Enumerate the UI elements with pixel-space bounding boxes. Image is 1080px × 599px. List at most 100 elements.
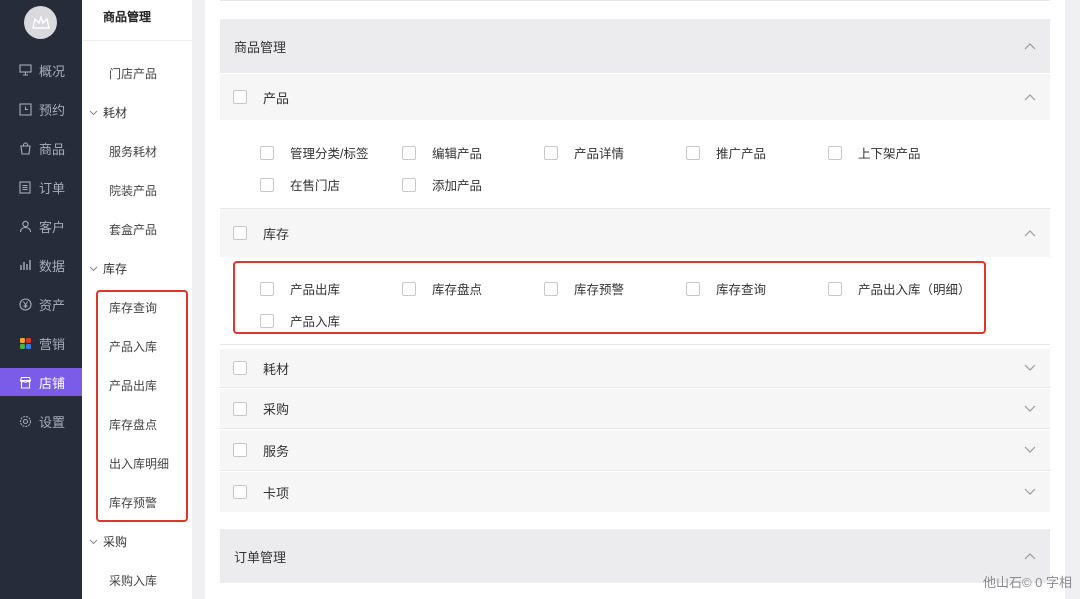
checkbox[interactable]	[828, 145, 842, 160]
subnav-inout-detail[interactable]: 出入库明细	[109, 455, 169, 472]
nav-label: 数据	[39, 258, 66, 274]
divider	[220, 387, 1050, 388]
nav-label: 设置	[39, 414, 66, 430]
perm-inout-detail[interactable]: 产品出入库（明细）	[828, 279, 971, 298]
chevron-down-icon	[89, 266, 101, 272]
subnav-purchase-inbound[interactable]: 采购入库	[109, 572, 157, 589]
checkbox[interactable]	[260, 177, 274, 192]
checkbox[interactable]	[686, 145, 700, 160]
nav-item-customers[interactable]: 客户	[0, 214, 82, 238]
perm-edit-product[interactable]: 编辑产品	[402, 143, 482, 162]
order-panel-header[interactable]: 订单管理	[220, 529, 1050, 583]
nav-item-assets[interactable]: 资产	[0, 292, 82, 316]
nav-item-overview[interactable]: 概况	[0, 58, 82, 82]
subnav-group-inventory[interactable]: 库存	[89, 260, 127, 277]
perm-inventory-query[interactable]: 库存查询	[686, 279, 766, 298]
checkbox[interactable]	[686, 281, 700, 296]
perm-manage-category[interactable]: 管理分类/标签	[260, 143, 368, 162]
checkbox[interactable]	[233, 226, 247, 240]
bar-chart-icon	[18, 258, 32, 272]
divider	[220, 344, 1050, 345]
top-divider	[220, 0, 1050, 1]
subnav-group-consumables[interactable]: 耗材	[89, 104, 127, 121]
perm-label: 管理分类/标签	[290, 147, 369, 161]
nav-item-goods[interactable]: 商品	[0, 136, 82, 160]
perm-selling-stores[interactable]: 在售门店	[260, 175, 340, 194]
checkbox[interactable]	[233, 361, 247, 375]
nav-item-store[interactable]: 店铺	[0, 368, 82, 396]
checkbox[interactable]	[544, 281, 558, 296]
perm-label: 产品详情	[574, 147, 625, 161]
subnav-product-outbound[interactable]: 产品出库	[109, 377, 157, 394]
section-label: 库存	[263, 226, 290, 242]
nav-label: 订单	[39, 180, 66, 196]
bag-icon	[18, 141, 32, 155]
watermark: 他山石© 0 字相	[982, 575, 1072, 590]
checkbox[interactable]	[233, 401, 247, 416]
checkbox[interactable]	[402, 145, 416, 160]
perm-shelf-product[interactable]: 上下架产品	[828, 143, 921, 162]
section-label: 采购	[263, 402, 290, 417]
perm-label: 上下架产品	[858, 147, 921, 161]
divider	[82, 40, 192, 41]
section-inventory[interactable]: 库存	[220, 209, 1050, 257]
nav-label: 商品	[39, 141, 66, 157]
subnav-inventory-alert[interactable]: 库存预警	[109, 494, 157, 511]
nav-item-settings[interactable]: 设置	[0, 409, 82, 433]
perm-product-inbound[interactable]: 产品入库	[260, 311, 340, 330]
checkbox[interactable]	[260, 281, 274, 296]
subnav-group-label: 采购	[103, 535, 128, 549]
yen-icon	[18, 297, 32, 311]
perm-label: 编辑产品	[432, 147, 483, 161]
subnav-boxed-products[interactable]: 套盒产品	[109, 221, 157, 238]
perm-promote-product[interactable]: 推广产品	[686, 143, 766, 162]
nav-label: 营销	[39, 336, 66, 352]
perm-inventory-alert[interactable]: 库存预警	[544, 279, 624, 298]
subnav-store-products[interactable]: 门店产品	[109, 65, 157, 82]
checkbox[interactable]	[402, 281, 416, 296]
nav-item-appointment[interactable]: 预约	[0, 97, 82, 121]
perm-label: 产品入库	[290, 315, 341, 329]
subnav-service-consumables[interactable]: 服务耗材	[109, 143, 157, 160]
checkbox[interactable]	[233, 443, 247, 457]
checkbox[interactable]	[828, 281, 842, 296]
chevron-down-icon	[89, 539, 101, 545]
section-product[interactable]: 产品	[220, 74, 1050, 120]
section-consumables[interactable]: 耗材	[220, 349, 1050, 387]
checkbox[interactable]	[233, 90, 247, 104]
perm-label: 推广产品	[716, 147, 767, 161]
checkbox[interactable]	[260, 145, 274, 160]
checkbox[interactable]	[402, 177, 416, 192]
section-service[interactable]: 服务	[220, 430, 1050, 470]
perm-label: 添加产品	[432, 179, 483, 193]
divider	[220, 470, 1050, 471]
sidebar-highlight-box	[96, 290, 188, 522]
perm-add-product[interactable]: 添加产品	[402, 175, 482, 194]
section-purchase[interactable]: 采购	[220, 389, 1050, 428]
nav-item-data[interactable]: 数据	[0, 253, 82, 277]
nav-item-marketing[interactable]: 营销	[0, 331, 82, 355]
gear-icon	[18, 414, 32, 428]
nav-item-orders[interactable]: 订单	[0, 175, 82, 199]
section-cards[interactable]: 卡项	[220, 472, 1050, 512]
subnav-packaged-products[interactable]: 院装产品	[109, 182, 157, 199]
subnav-product-inbound[interactable]: 产品入库	[109, 338, 157, 355]
clock-icon	[18, 102, 32, 116]
nav-label: 概况	[39, 63, 66, 79]
checkbox[interactable]	[544, 145, 558, 160]
checkbox[interactable]	[260, 313, 274, 328]
goods-panel-header[interactable]: 商品管理	[220, 19, 1050, 73]
store-logo[interactable]	[24, 6, 57, 39]
section-label: 耗材	[263, 361, 290, 377]
list-icon	[18, 180, 32, 194]
apps-icon	[18, 336, 32, 350]
perm-product-outbound[interactable]: 产品出库	[260, 279, 340, 298]
perm-inventory-count[interactable]: 库存盘点	[402, 279, 482, 298]
perm-product-detail[interactable]: 产品详情	[544, 143, 624, 162]
nav-label: 资产	[39, 297, 66, 313]
subnav-group-purchase[interactable]: 采购	[89, 533, 127, 550]
checkbox[interactable]	[233, 485, 247, 499]
section-label: 服务	[263, 443, 290, 459]
subnav-inventory-count[interactable]: 库存盘点	[109, 416, 157, 433]
subnav-inventory-query[interactable]: 库存查询	[109, 299, 157, 316]
